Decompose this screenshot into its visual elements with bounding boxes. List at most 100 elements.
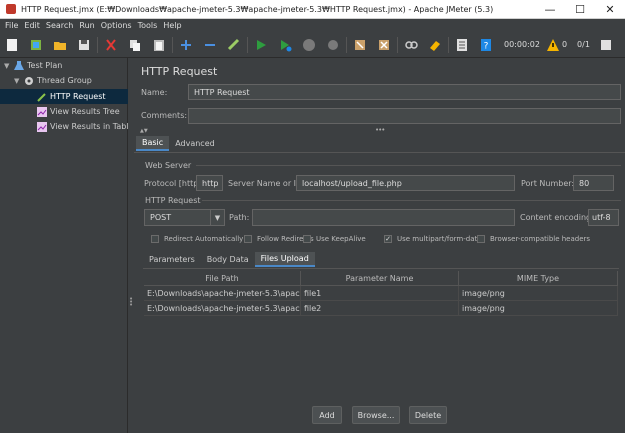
paste-icon[interactable] xyxy=(147,34,171,56)
http-request-panel: HTTP Request Name: HTTP Request Comments… xyxy=(134,58,625,433)
browser-headers-checkbox[interactable]: Browser-compatible headers xyxy=(477,235,590,243)
tab-parameters[interactable]: Parameters xyxy=(143,252,201,267)
start-no-pauses-icon[interactable] xyxy=(273,34,297,56)
menu-search[interactable]: Search xyxy=(43,21,76,30)
comments-label: Comments: xyxy=(141,111,188,120)
encoding-field[interactable]: utf-8 xyxy=(588,209,619,226)
tab-underline xyxy=(134,152,625,153)
toolbar-separator xyxy=(346,36,347,53)
menu-run[interactable]: Run xyxy=(76,21,97,30)
function-helper-icon[interactable] xyxy=(450,34,474,56)
multipart-checkbox[interactable]: ✓ Use multipart/form-data xyxy=(384,235,482,243)
tree-item-label: Thread Group xyxy=(37,76,92,85)
divider-grip-icon[interactable]: ••• xyxy=(375,126,385,134)
tree-item-view-results-tree[interactable]: View Results Tree xyxy=(36,104,120,119)
menu-tools[interactable]: Tools xyxy=(135,21,161,30)
browse-button[interactable]: Browse... xyxy=(352,406,400,424)
path-field[interactable] xyxy=(252,209,515,226)
files-upload-table: File Path Parameter Name MIME Type E:\Do… xyxy=(144,271,618,316)
chevron-down-icon[interactable]: ▼ xyxy=(210,210,224,225)
cell-file-path[interactable]: E:\Downloads\apache-jmeter-5.3\apache... xyxy=(144,301,301,315)
tree-item-label: Test Plan xyxy=(27,61,63,70)
menu-edit[interactable]: Edit xyxy=(21,21,43,30)
section-line xyxy=(202,200,621,201)
table-row[interactable]: E:\Downloads\apache-jmeter-5.3\apache...… xyxy=(144,286,618,301)
clear-icon[interactable] xyxy=(348,34,372,56)
warning-icon[interactable] xyxy=(546,34,560,56)
column-header-parameter-name[interactable]: Parameter Name xyxy=(301,271,459,285)
panel-title: HTTP Request xyxy=(141,65,218,78)
config-tabs: Basic Advanced xyxy=(136,136,221,151)
add-button[interactable]: Add xyxy=(312,406,342,424)
column-header-mime-type[interactable]: MIME Type xyxy=(459,271,618,285)
divider-arrows-icon[interactable]: ▲▼ xyxy=(140,128,148,134)
redirect-auto-checkbox[interactable]: Redirect Automatically xyxy=(151,235,243,243)
reset-search-icon[interactable] xyxy=(423,34,447,56)
cell-mime-type[interactable]: image/png xyxy=(459,286,618,300)
search-icon[interactable] xyxy=(399,34,423,56)
tree-item-thread-group[interactable]: ▼ Thread Group xyxy=(14,73,92,88)
minimize-button[interactable]: — xyxy=(535,0,565,19)
shutdown-icon[interactable] xyxy=(321,34,345,56)
menu-bar: File Edit Search Run Options Tools Help xyxy=(0,19,625,32)
checkmark-icon[interactable]: ✓ xyxy=(384,235,392,243)
table-row[interactable]: E:\Downloads\apache-jmeter-5.3\apache...… xyxy=(144,301,618,316)
cell-parameter-name[interactable]: file2 xyxy=(301,301,459,315)
clear-all-icon[interactable] xyxy=(372,34,396,56)
menu-options[interactable]: Options xyxy=(98,21,135,30)
splitter-grip-icon[interactable]: • • • xyxy=(129,296,133,309)
table-header: File Path Parameter Name MIME Type xyxy=(144,271,618,286)
cut-icon[interactable] xyxy=(99,34,123,56)
path-label: Path: xyxy=(229,213,250,222)
checkbox-box[interactable] xyxy=(303,235,311,243)
comments-field[interactable] xyxy=(188,108,621,124)
menu-file[interactable]: File xyxy=(2,21,21,30)
checkbox-label: Use KeepAlive xyxy=(316,235,366,243)
column-header-file-path[interactable]: File Path xyxy=(144,271,301,285)
keepalive-checkbox[interactable]: Use KeepAlive xyxy=(303,235,366,243)
chart-icon xyxy=(36,121,47,132)
toggle-icon[interactable] xyxy=(222,34,246,56)
help-icon[interactable]: ? xyxy=(474,34,498,56)
open-icon[interactable] xyxy=(48,34,72,56)
protocol-field[interactable]: http xyxy=(196,175,223,191)
cell-parameter-name[interactable]: file1 xyxy=(301,286,459,300)
toolbar: ? 00:00:02 0 0/1 xyxy=(0,32,625,58)
cell-file-path[interactable]: E:\Downloads\apache-jmeter-5.3\apache... xyxy=(144,286,301,300)
name-field[interactable]: HTTP Request xyxy=(188,84,621,100)
server-field[interactable]: localhost/upload_file.php xyxy=(296,175,515,191)
tab-files-upload[interactable]: Files Upload xyxy=(254,252,315,267)
window-titlebar: HTTP Request.jmx (E:₩Downloads₩apache-jm… xyxy=(0,0,625,19)
menu-help[interactable]: Help xyxy=(160,21,184,30)
close-button[interactable]: ✕ xyxy=(595,0,625,19)
tree-item-view-results-table[interactable]: View Results in Table xyxy=(36,119,133,134)
checkbox-box[interactable] xyxy=(244,235,252,243)
stop-icon[interactable] xyxy=(297,34,321,56)
save-icon[interactable] xyxy=(72,34,96,56)
collapse-arrow-icon[interactable]: ▼ xyxy=(14,77,23,85)
checkbox-label: Use multipart/form-data xyxy=(397,235,482,243)
collapse-icon[interactable] xyxy=(198,34,222,56)
panel-divider[interactable]: ▲▼ ••• xyxy=(134,126,625,134)
maximize-button[interactable]: ☐ xyxy=(565,0,595,19)
checkbox-box[interactable] xyxy=(151,235,159,243)
templates-icon[interactable] xyxy=(24,34,48,56)
delete-button[interactable]: Delete xyxy=(409,406,447,424)
tab-advanced[interactable]: Advanced xyxy=(169,136,221,151)
collapse-arrow-icon[interactable]: ▼ xyxy=(4,62,13,70)
port-label: Port Number: xyxy=(521,179,575,188)
tree-item-http-request[interactable]: HTTP Request xyxy=(0,89,128,104)
start-icon[interactable] xyxy=(249,34,273,56)
copy-icon[interactable] xyxy=(123,34,147,56)
jmeter-app-icon xyxy=(6,4,16,14)
new-icon[interactable] xyxy=(0,34,24,56)
checkbox-box[interactable] xyxy=(477,235,485,243)
tree-item-test-plan[interactable]: ▼ Test Plan xyxy=(4,58,62,73)
tab-body-data[interactable]: Body Data xyxy=(201,252,255,267)
encoding-label: Content encoding: xyxy=(520,213,594,222)
port-field[interactable]: 80 xyxy=(573,175,614,191)
method-select[interactable]: POST ▼ xyxy=(144,209,225,226)
cell-mime-type[interactable]: image/png xyxy=(459,301,618,315)
tab-basic[interactable]: Basic xyxy=(136,136,170,151)
expand-icon[interactable] xyxy=(174,34,198,56)
